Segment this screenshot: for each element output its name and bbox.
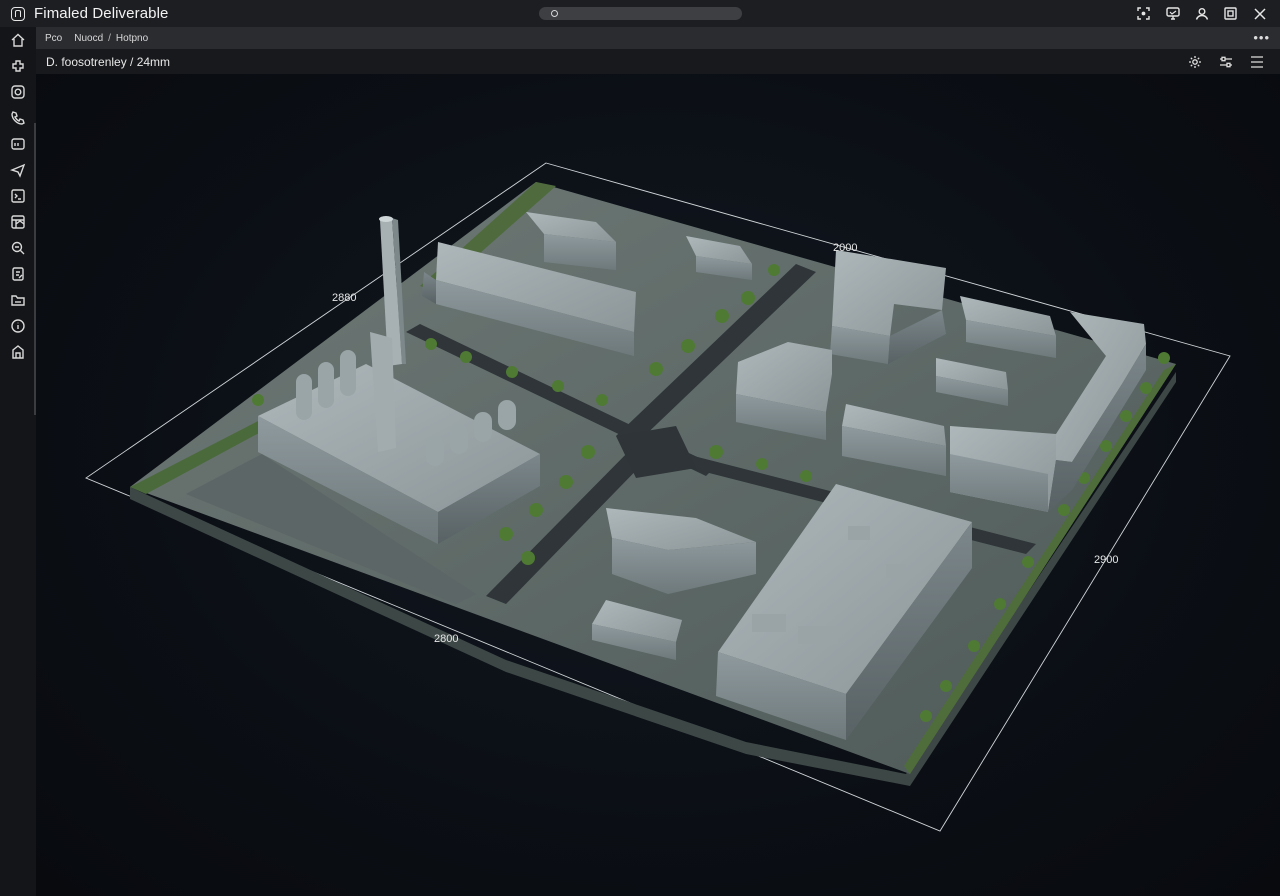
menu-icon[interactable] [1241,49,1272,74]
title-bar: Fimaled Deliverable [0,0,1280,27]
dimension-label-right: 2900 [1094,554,1118,566]
camera-label[interactable]: D. foosotrenley / 24mm [46,55,170,69]
3d-viewport[interactable]: 2880 2000 2900 2800 [36,74,1280,896]
breadcrumb-item[interactable]: Hotpno [116,33,148,44]
app-icon [11,6,25,21]
info-icon[interactable] [8,316,28,336]
close-icon[interactable] [1245,0,1274,27]
phone-icon[interactable] [8,108,28,128]
home-icon[interactable] [8,30,28,50]
archive-icon[interactable] [8,342,28,362]
breadcrumb: Pco Nuocd / Hotpno ••• [36,27,1280,49]
window-controls [1129,0,1274,27]
search-bar[interactable] [539,7,742,20]
window-title: Fimaled Deliverable [34,5,169,22]
dimension-label-top-left: 2880 [332,292,356,304]
account-icon[interactable] [1187,0,1216,27]
camera-icon[interactable] [8,82,28,102]
navigate-icon[interactable] [8,160,28,180]
sidebar [0,27,36,896]
layers-icon[interactable] [8,134,28,154]
folder-icon[interactable] [8,290,28,310]
settings-icon[interactable] [1179,49,1210,74]
terminal-icon[interactable] [8,186,28,206]
fullscreen-icon[interactable] [1129,0,1158,27]
scene-render: 2880 2000 2900 2800 [85,162,1231,832]
viewport-toolbar: D. foosotrenley / 24mm [36,49,1280,74]
inspect-icon[interactable] [8,238,28,258]
toolbar-tools [1179,49,1272,74]
more-options-icon[interactable]: ••• [1253,30,1270,45]
breadcrumb-item[interactable]: Pco [45,33,62,44]
dimension-label-bottom: 2800 [434,633,458,645]
sliders-icon[interactable] [1210,49,1241,74]
breadcrumb-item[interactable]: Nuocd [74,33,103,44]
gallery-icon[interactable] [8,212,28,232]
search-input[interactable] [564,8,734,19]
dimension-label-top-right: 2000 [833,242,857,254]
plugins-icon[interactable] [8,56,28,76]
search-icon [551,10,558,17]
window-restore-icon[interactable] [1216,0,1245,27]
screen-share-icon[interactable] [1158,0,1187,27]
breadcrumb-separator: / [108,32,111,44]
notes-icon[interactable] [8,264,28,284]
